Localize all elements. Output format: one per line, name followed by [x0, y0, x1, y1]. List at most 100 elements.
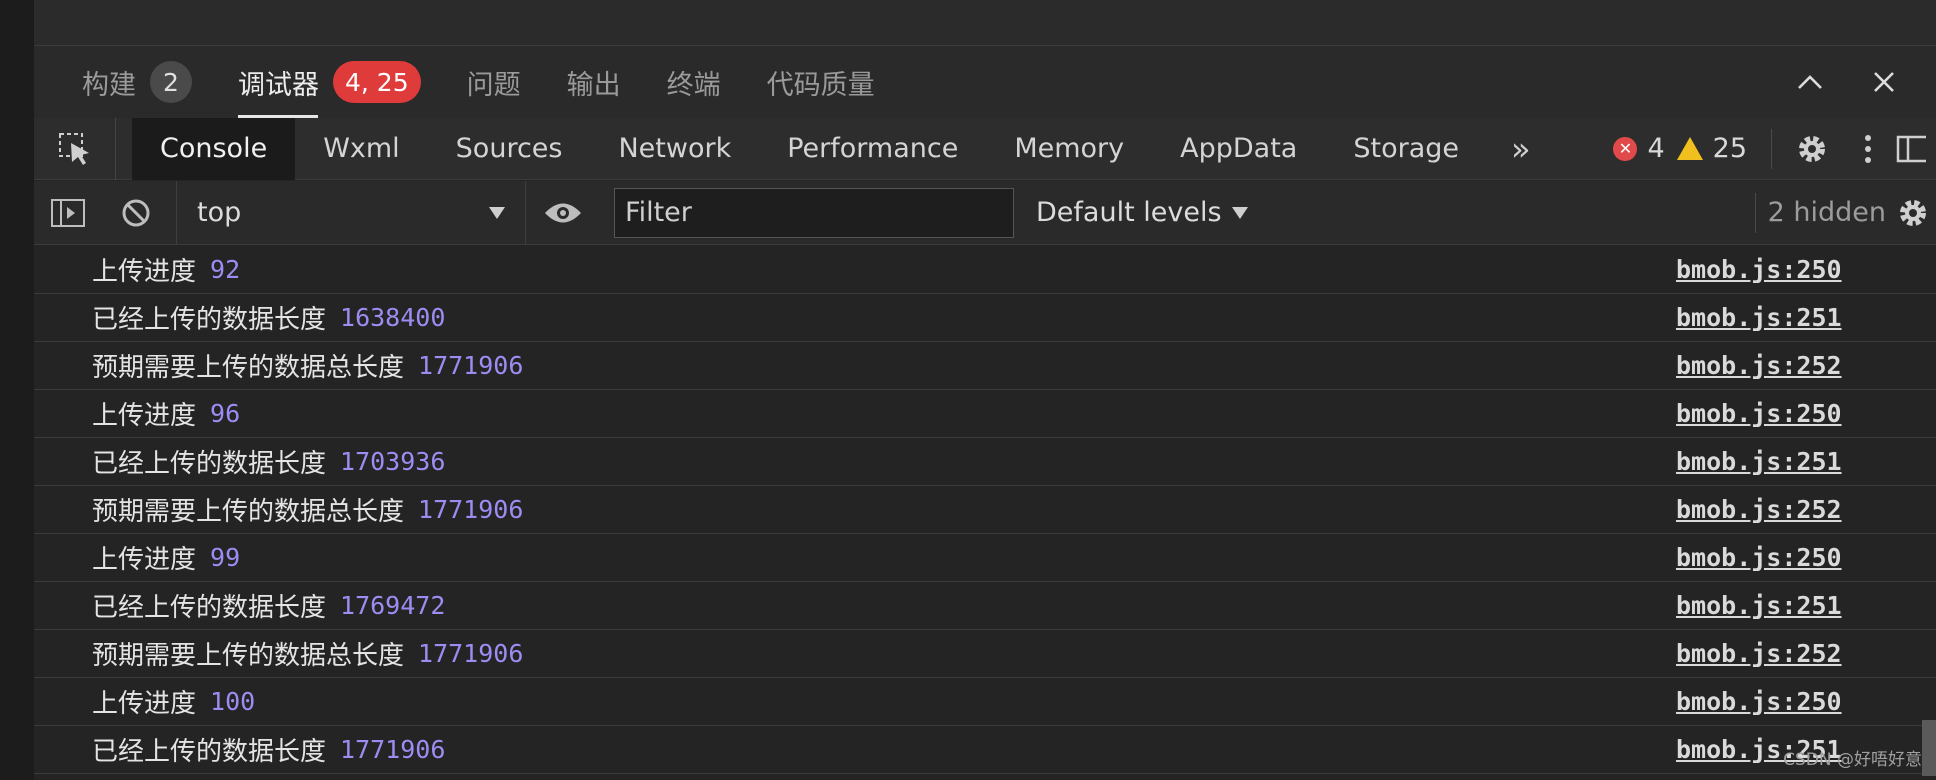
console-row: 预期需要上传的数据总长度 1771906 bmob.js:252 — [34, 630, 1936, 678]
console-log[interactable]: 上传进度 92 bmob.js:250 已经上传的数据长度 1638400 bmob.j… — [34, 246, 1936, 780]
more-tabs-button[interactable]: » — [1487, 118, 1557, 180]
watermark: CSDN @好唔好意 — [1783, 750, 1922, 770]
log-message: 已经上传的数据长度 — [92, 305, 327, 335]
log-message: 预期需要上传的数据总长度 — [92, 641, 405, 671]
tab-wxml[interactable]: Wxml — [295, 118, 427, 180]
source-link[interactable]: bmob.js:252 — [1676, 639, 1842, 668]
toggle-sidebar-button[interactable] — [34, 181, 102, 245]
tab-code-quality-label: 代码质量 — [766, 69, 875, 101]
console-row: 预期需要上传的数据总长度 1771906 bmob.js:252 — [34, 342, 1936, 390]
source-link[interactable]: bmob.js:250 — [1676, 687, 1842, 716]
debugger-count-badge: 4, 25 — [333, 61, 421, 103]
log-message: 已经上传的数据长度 — [92, 593, 327, 623]
log-levels-dropdown[interactable]: Default levels — [1036, 197, 1248, 228]
console-row: 上传进度 96 bmob.js:250 — [34, 390, 1936, 438]
tab-problems[interactable]: 问题 — [467, 46, 521, 118]
sidebar-toggle-icon — [51, 198, 85, 227]
log-message: 上传进度 — [92, 689, 197, 719]
settings-button[interactable] — [1784, 118, 1840, 180]
log-message: 预期需要上传的数据总长度 — [92, 353, 405, 383]
console-row: 上传进度 92 bmob.js:250 — [34, 246, 1936, 294]
customize-menu-button[interactable] — [1840, 118, 1896, 180]
dock-icon — [1896, 135, 1926, 162]
source-link[interactable]: bmob.js:251 — [1676, 591, 1842, 620]
tab-terminal[interactable]: 终端 — [667, 46, 721, 118]
collapse-panel-button[interactable] — [1788, 60, 1832, 104]
caret-down-icon — [489, 206, 505, 219]
log-value: 100 — [210, 687, 256, 716]
warning-icon — [1676, 137, 1703, 160]
log-value: 1703936 — [340, 447, 446, 476]
console-row: 已经上传的数据长度 1703936 bmob.js:251 — [34, 438, 1936, 486]
log-levels-label: Default levels — [1036, 197, 1222, 228]
kebab-menu-icon — [1865, 134, 1871, 163]
clear-console-button[interactable] — [102, 181, 170, 245]
eye-icon — [545, 203, 581, 222]
log-value: 99 — [210, 543, 241, 572]
tab-sources[interactable]: Sources — [428, 118, 591, 180]
log-value: 1771906 — [340, 735, 446, 764]
hidden-messages-count: 2 hidden — [1767, 197, 1886, 228]
tab-output-label: 输出 — [566, 69, 621, 101]
live-expression-button[interactable] — [526, 181, 600, 245]
close-panel-button[interactable] — [1862, 60, 1906, 104]
context-selector[interactable]: top — [176, 180, 526, 245]
log-value: 1771906 — [418, 351, 524, 380]
tab-debugger[interactable]: 调试器 4, 25 — [238, 46, 421, 118]
source-link[interactable]: bmob.js:250 — [1676, 399, 1842, 428]
build-count-badge: 2 — [150, 61, 192, 103]
vertical-scrollbar[interactable] — [1922, 720, 1936, 776]
gear-icon — [1799, 135, 1825, 162]
inspect-element-button[interactable] — [34, 117, 116, 180]
log-message: 上传进度 — [92, 401, 197, 431]
left-edge-strip — [0, 0, 34, 780]
block-icon — [122, 199, 150, 226]
console-row: 已经上传的数据长度 1638400 bmob.js:251 — [34, 294, 1936, 342]
tab-output[interactable]: 输出 — [567, 46, 621, 118]
source-link[interactable]: bmob.js:250 — [1676, 543, 1842, 572]
filter-input[interactable] — [625, 197, 1013, 228]
tab-memory[interactable]: Memory — [986, 118, 1152, 180]
divider — [1771, 128, 1772, 169]
warning-count[interactable]: 25 — [1713, 133, 1747, 164]
chevron-up-icon — [1798, 75, 1822, 89]
log-value: 1771906 — [418, 639, 524, 668]
console-row: 已经上传的数据长度 1769472 bmob.js:251 — [34, 582, 1936, 630]
console-row: 上传进度 99 bmob.js:250 — [34, 534, 1936, 582]
inspect-cursor-icon — [58, 132, 89, 165]
tab-code-quality[interactable]: 代码质量 — [767, 46, 875, 118]
tab-build[interactable]: 构建 2 — [82, 46, 192, 118]
gear-icon — [1900, 199, 1926, 226]
log-message: 上传进度 — [92, 257, 197, 287]
log-value: 1771906 — [418, 495, 524, 524]
caret-down-icon — [1231, 206, 1248, 219]
tab-performance[interactable]: Performance — [759, 118, 986, 180]
tab-problems-label: 问题 — [466, 69, 521, 101]
tab-network[interactable]: Network — [590, 118, 759, 180]
editor-area — [34, 0, 1936, 46]
log-value: 1769472 — [340, 591, 446, 620]
source-link[interactable]: bmob.js:251 — [1676, 447, 1842, 476]
log-value: 1638400 — [340, 303, 446, 332]
console-row: 已经上传的数据长度 1771906 bmob.js:251 — [34, 726, 1936, 774]
console-settings-button[interactable] — [1896, 182, 1936, 244]
log-value: 96 — [210, 399, 241, 428]
tab-storage[interactable]: Storage — [1325, 118, 1487, 180]
filter-input-wrapper — [614, 187, 1014, 238]
source-link[interactable]: bmob.js:250 — [1676, 255, 1842, 284]
context-value: top — [197, 197, 242, 228]
dock-side-button[interactable] — [1896, 118, 1936, 180]
console-row: 上传进度 100 bmob.js:250 — [34, 678, 1936, 726]
tab-appdata[interactable]: AppData — [1152, 118, 1325, 180]
log-message: 已经上传的数据长度 — [92, 737, 327, 767]
source-link[interactable]: bmob.js:252 — [1676, 495, 1842, 524]
tab-terminal-label: 终端 — [666, 69, 721, 101]
tab-console[interactable]: Console — [132, 117, 296, 180]
source-link[interactable]: bmob.js:251 — [1676, 303, 1842, 332]
log-message: 预期需要上传的数据总长度 — [92, 497, 405, 527]
source-link[interactable]: bmob.js:252 — [1676, 351, 1842, 380]
error-count[interactable]: 4 — [1647, 133, 1664, 164]
devtools-tab-bar: Console Wxml Sources Network Performance… — [34, 117, 1936, 180]
tab-debugger-label: 调试器 — [238, 69, 319, 101]
console-toolbar: top Default levels 2 hidden — [34, 180, 1936, 245]
